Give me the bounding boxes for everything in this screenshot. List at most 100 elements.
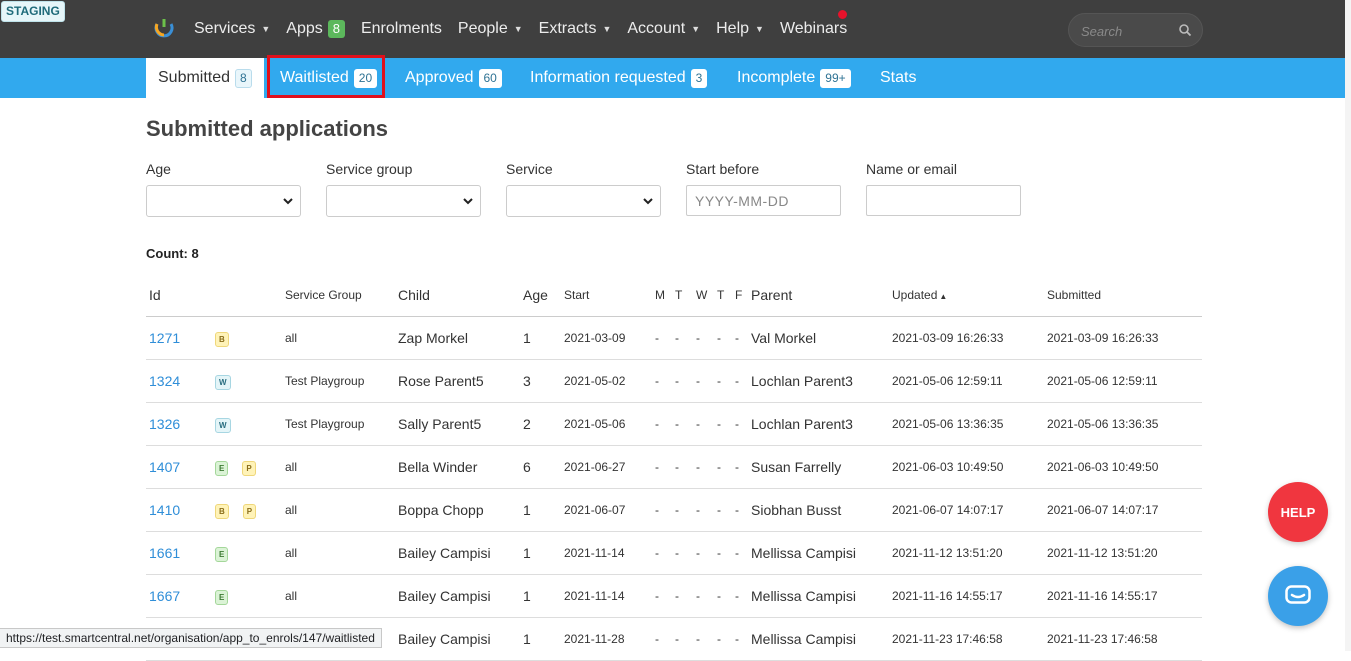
application-id-link[interactable]: 1271 [146, 330, 180, 346]
application-id-link[interactable]: 1661 [146, 545, 180, 561]
cell-wed: - [696, 316, 717, 360]
col-header-age[interactable]: Age [523, 274, 564, 317]
col-header-parent[interactable]: Parent [751, 274, 892, 317]
status-badge: P [242, 460, 256, 476]
cell-badges: W [211, 359, 285, 403]
cell-updated: 2021-06-03 10:49:50 [892, 445, 1047, 489]
cell-age: 3 [523, 359, 564, 403]
cell-badges: W [211, 402, 285, 446]
col-header-submitted[interactable]: Submitted [1047, 274, 1202, 317]
table-row[interactable]: 1324 W Test Playgroup Rose Parent5 3 2021-05-… [146, 359, 1202, 403]
start-before-filter-label: Start before [686, 161, 760, 177]
service-group-select[interactable] [326, 185, 481, 217]
status-tabbar: Submitted 8 Waitlisted 20 Approved 60 Infor… [0, 58, 1351, 98]
cell-start: 2021-11-14 [564, 574, 655, 618]
tab-submitted[interactable]: Submitted 8 [146, 58, 264, 98]
nav-enrolments[interactable]: Enrolments [361, 20, 442, 38]
application-id-link[interactable]: 1410 [146, 502, 180, 518]
chat-button[interactable] [1268, 566, 1328, 626]
nav-webinars[interactable]: Webinars [780, 20, 847, 38]
col-header-start[interactable]: Start [564, 274, 655, 317]
cell-tue: - [675, 574, 696, 618]
cell-thu: - [717, 316, 735, 360]
cell-thu: - [717, 617, 735, 661]
tab-incomplete[interactable]: Incomplete 99+ [737, 58, 851, 98]
status-badge: W [215, 417, 231, 433]
smartcentral-logo-icon[interactable] [153, 16, 175, 38]
tab-approved[interactable]: Approved 60 [405, 58, 502, 98]
cell-tue: - [675, 445, 696, 489]
cell-updated: 2021-05-06 12:59:11 [892, 359, 1047, 403]
col-header-updated[interactable]: Updated ▲ [892, 274, 1047, 317]
main-nav: Services ▼ Apps 8 Enrolments People ▼ Extra… [194, 0, 863, 58]
tab-information-requested[interactable]: Information requested 3 [530, 58, 708, 98]
age-select[interactable] [146, 185, 301, 217]
cell-id: 1661 [146, 531, 211, 575]
cell-mon: - [655, 488, 675, 532]
cell-badges: B [211, 316, 285, 360]
cell-age: 1 [523, 574, 564, 618]
search-input[interactable] [1079, 21, 1174, 41]
cell-service-group: all [285, 574, 398, 618]
cell-age: 1 [523, 488, 564, 532]
cell-tue: - [675, 359, 696, 403]
cell-age: 1 [523, 316, 564, 360]
nav-people[interactable]: People ▼ [458, 20, 523, 38]
table-row[interactable]: 1271 Ball Zap Morkel 1 2021-03-09- - - - - Val Mo… [146, 316, 1202, 360]
table-row[interactable]: 1326 W Test Playgroup Sally Parent5 2 2021-05… [146, 402, 1202, 446]
cell-tue: - [675, 316, 696, 360]
nav-help[interactable]: Help ▼ [716, 20, 764, 38]
col-header-child[interactable]: Child [398, 274, 523, 317]
cell-tue: - [675, 531, 696, 575]
sort-ascending-icon: ▲ [939, 291, 948, 301]
cell-parent: Susan Farrelly [751, 445, 892, 489]
cell-start: 2021-11-14 [564, 531, 655, 575]
cell-child: Boppa Chopp [398, 488, 523, 532]
chat-icon [1285, 585, 1311, 604]
start-before-input[interactable] [686, 185, 841, 216]
service-select[interactable] [506, 185, 661, 217]
col-header-id[interactable]: Id [146, 274, 211, 317]
nav-extracts[interactable]: Extracts ▼ [539, 20, 612, 38]
cell-updated: 2021-11-12 13:51:20 [892, 531, 1047, 575]
page-scrollbar[interactable] [1345, 0, 1351, 651]
cell-parent: Lochlan Parent3 [751, 402, 892, 446]
notification-dot [838, 10, 847, 19]
search-icon[interactable] [1178, 23, 1192, 37]
table-row[interactable]: 1661 Eall Bailey Campisi 1 2021-11-14- - - - - Me… [146, 531, 1202, 575]
cell-id: 1410 [146, 488, 211, 532]
cell-tue: - [675, 402, 696, 446]
table-row[interactable]: 1667 Eall Bailey Campisi 1 2021-11-14- - - - - Me… [146, 574, 1202, 618]
table-row[interactable]: 1407 E Pall Bella Winder 6 2021-06-27- - - - - Sus… [146, 445, 1202, 489]
chevron-down-icon [283, 198, 293, 205]
chevron-down-icon [643, 198, 653, 205]
col-header-tue: T [675, 274, 696, 317]
cell-submitted: 2021-03-09 16:26:33 [1047, 316, 1202, 360]
application-id-link[interactable]: 1324 [146, 373, 180, 389]
nav-services[interactable]: Services ▼ [194, 20, 270, 38]
tab-count-badge: 60 [478, 68, 502, 88]
cell-parent: Lochlan Parent3 [751, 359, 892, 403]
name-email-input[interactable] [866, 185, 1021, 216]
cell-submitted: 2021-05-06 12:59:11 [1047, 359, 1202, 403]
cell-mon: - [655, 617, 675, 661]
col-header-service-group[interactable]: Service Group [285, 274, 398, 317]
table-row[interactable]: 1410 B Pall Boppa Chopp 1 2021-06-07- - - - - Siob… [146, 488, 1202, 532]
application-id-link[interactable]: 1407 [146, 459, 180, 475]
application-id-link[interactable]: 1667 [146, 588, 180, 604]
cell-id: 1407 [146, 445, 211, 489]
nav-account[interactable]: Account ▼ [627, 20, 700, 38]
cell-badges: E [211, 531, 285, 575]
cell-wed: - [696, 574, 717, 618]
cell-updated: 2021-11-23 17:46:58 [892, 617, 1047, 661]
nav-apps[interactable]: Apps 8 [286, 20, 345, 38]
cell-fri: - [735, 445, 751, 489]
application-id-link[interactable]: 1326 [146, 416, 180, 432]
cell-fri: - [735, 359, 751, 403]
help-button[interactable]: HELP [1268, 482, 1328, 542]
tab-stats[interactable]: Stats [880, 58, 916, 98]
caret-down-icon: ▼ [513, 24, 523, 34]
cell-parent: Siobhan Busst [751, 488, 892, 532]
status-bar-url: https://test.smartcentral.net/organisati… [0, 628, 382, 648]
cell-submitted: 2021-05-06 13:36:35 [1047, 402, 1202, 446]
